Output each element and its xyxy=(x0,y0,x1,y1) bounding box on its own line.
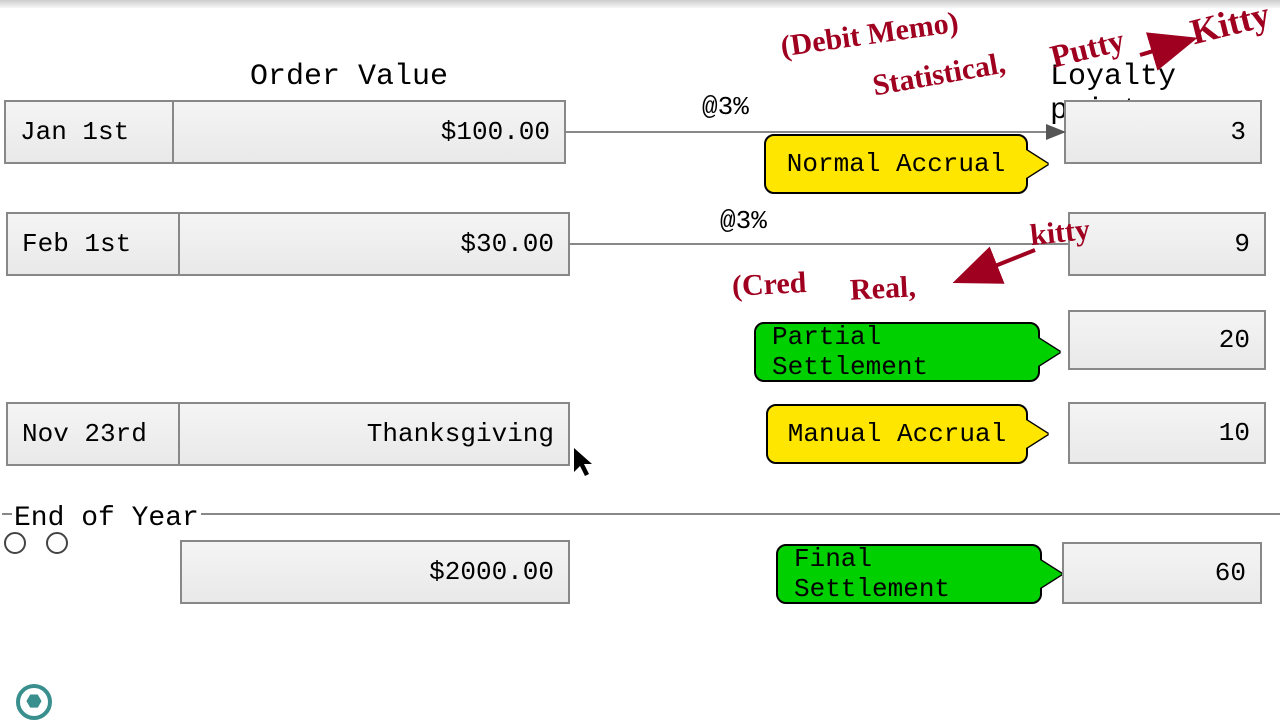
pill-final-settlement: Final Settlement xyxy=(776,544,1042,604)
points-text: 60 xyxy=(1215,558,1246,588)
date-text: Nov 23rd xyxy=(22,419,147,449)
points-text: 10 xyxy=(1219,418,1250,448)
annotation-kitty-top: Kitty xyxy=(1186,0,1274,53)
points-cell-partial: 20 xyxy=(1068,310,1266,370)
points-cell-final: 60 xyxy=(1062,542,1262,604)
pill-tail-icon xyxy=(1026,420,1048,448)
pill-label: Manual Accrual xyxy=(788,419,1006,449)
value-text: $30.00 xyxy=(460,229,554,259)
points-text: 9 xyxy=(1234,229,1250,259)
radio-option-1[interactable] xyxy=(4,532,26,554)
date-cell-row3: Nov 23rd xyxy=(6,402,180,466)
pill-label: Partial Settlement xyxy=(772,322,1022,382)
points-text: 20 xyxy=(1219,325,1250,355)
annotation-cred: (Cred xyxy=(731,266,807,304)
points-text: 3 xyxy=(1230,117,1246,147)
rate-row1: @3% xyxy=(702,92,749,122)
annotation-real: Real, xyxy=(849,270,917,307)
rate-row2: @3% xyxy=(720,206,767,236)
pill-manual-accrual: Manual Accrual xyxy=(766,404,1028,464)
value-text: $2000.00 xyxy=(429,557,554,587)
value-cell-eoy: $2000.00 xyxy=(180,540,570,604)
points-cell-row2: 9 xyxy=(1068,212,1266,276)
heading-order-value: Order Value xyxy=(250,60,448,94)
value-text: $100.00 xyxy=(441,117,550,147)
value-cell-row2: $30.00 xyxy=(178,212,570,276)
gear-icon[interactable]: ⬣ xyxy=(16,684,52,720)
radio-option-2[interactable] xyxy=(46,532,68,554)
pill-tail-icon xyxy=(1040,560,1062,588)
pill-label: Final Settlement xyxy=(794,544,1024,604)
value-cell-row3: Thanksgiving xyxy=(178,402,570,466)
end-of-year-label: End of Year xyxy=(12,503,201,534)
pill-label: Normal Accrual xyxy=(787,149,1005,179)
date-text: Jan 1st xyxy=(20,117,129,147)
points-cell-row1: 3 xyxy=(1064,100,1262,164)
pill-tail-icon xyxy=(1026,150,1048,178)
pill-partial-settlement: Partial Settlement xyxy=(754,322,1040,382)
value-cell-row1: $100.00 xyxy=(172,100,566,164)
diagram-canvas: Order Value Loyalty points Jan 1st $100.… xyxy=(0,0,1280,720)
annotation-statistical: Statistical, xyxy=(870,47,1008,104)
points-cell-row3: 10 xyxy=(1068,402,1266,464)
pill-normal-accrual: Normal Accrual xyxy=(764,134,1028,194)
date-text: Feb 1st xyxy=(22,229,131,259)
date-cell-row2: Feb 1st xyxy=(6,212,180,276)
date-cell-row1: Jan 1st xyxy=(4,100,174,164)
annotation-kitty-row2: kitty xyxy=(1028,213,1091,253)
pill-tail-icon xyxy=(1038,338,1060,366)
annotation-debit-memo: (Debit Memo) xyxy=(779,6,961,65)
value-text: Thanksgiving xyxy=(367,419,554,449)
